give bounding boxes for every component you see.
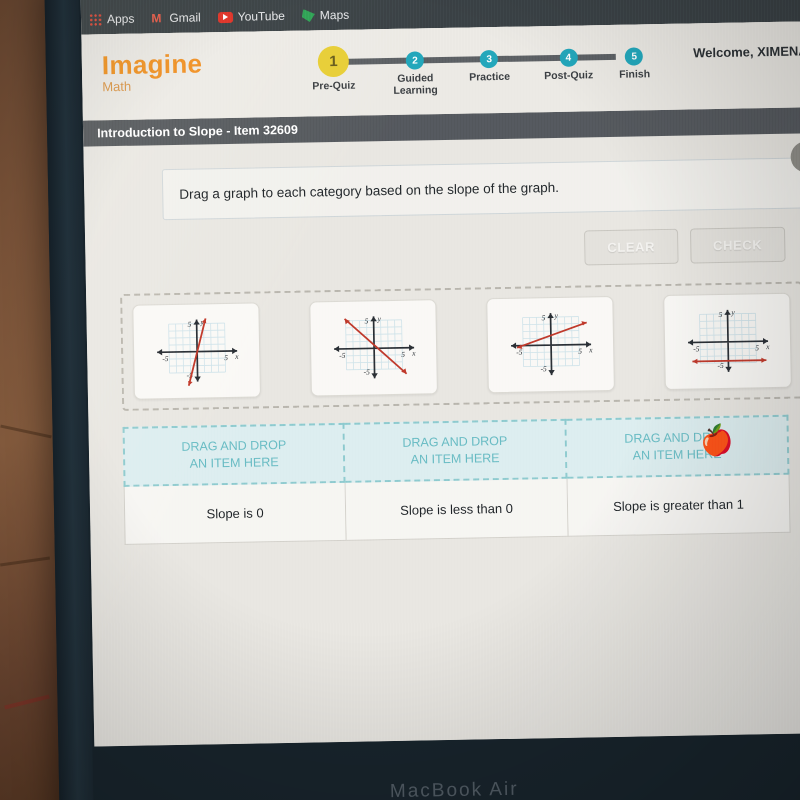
prompt-area: Drag a graph to each category based on t…	[161, 141, 800, 221]
stepper-step-guided-learning[interactable]: 2 Guided Learning	[392, 40, 438, 97]
action-buttons: CLEAR CHECK	[85, 226, 786, 275]
gmail-icon: M	[151, 10, 162, 25]
stepper-dot: 5	[625, 47, 644, 66]
bookmark-label: Gmail	[169, 10, 201, 26]
graph-card-negative[interactable]: -5 5 x 5 -5 y	[309, 299, 438, 397]
svg-text:5: 5	[541, 313, 545, 322]
graph-source-tray: -5 5 x 5 -5 y	[120, 281, 800, 411]
stepper-label: Practice	[469, 70, 511, 84]
stepper-dot: 3	[480, 50, 499, 69]
svg-text:-5: -5	[162, 354, 169, 363]
coordinate-graph: -5 5 x 5 -5 y	[156, 317, 239, 386]
svg-text:5: 5	[364, 316, 368, 325]
photo-of-laptop-screen: MacBook Air ← → ↻ 🔒 math.imaginelearning…	[0, 0, 800, 800]
apps-grid-icon	[88, 12, 103, 26]
laptop-screen: ← → ↻ 🔒 math.imaginelearning.com/lesson_…	[80, 0, 800, 747]
svg-text:-5: -5	[693, 344, 700, 353]
category-dropzones: DRAG AND DROP AN ITEM HERE Slope is 0 DR…	[122, 414, 791, 545]
category-column-slope-less-than-0: DRAG AND DROP AN ITEM HERE Slope is less…	[344, 418, 569, 541]
category-label: Slope is greater than 1	[567, 474, 791, 537]
coordinate-graph: -5 5 x 5 -5 y	[333, 314, 416, 378]
svg-text:y: y	[730, 307, 735, 316]
stepper-label: Post-Quiz	[544, 69, 594, 83]
svg-text:5: 5	[224, 353, 228, 362]
svg-text:-5: -5	[363, 367, 370, 376]
svg-text:-5: -5	[339, 350, 346, 359]
svg-text:5: 5	[578, 346, 582, 355]
question-body: Drag a graph to each category based on t…	[83, 133, 800, 747]
imagine-math-app: Imagine Math 1 Pre-Quiz 2 Guided Learnin…	[81, 20, 800, 747]
stepper-step-post-quiz[interactable]: 4 Post-Quiz	[543, 37, 593, 82]
svg-text:5: 5	[718, 309, 722, 318]
clear-button[interactable]: CLEAR	[583, 228, 679, 266]
app-header: Imagine Math 1 Pre-Quiz 2 Guided Learnin…	[81, 20, 800, 121]
maps-icon	[302, 9, 315, 22]
category-column-slope-is-0: DRAG AND DROP AN ITEM HERE Slope is 0	[122, 422, 347, 545]
graph-card-horizontal[interactable]: -5 5 x 5 -5 y	[663, 292, 792, 391]
stepper-dot: 2	[405, 51, 425, 70]
stepper-label: Guided Learning	[393, 72, 438, 97]
progress-stepper: 1 Pre-Quiz 2 Guided Learning 3 Practice	[297, 36, 658, 105]
svg-text:y: y	[553, 310, 558, 319]
svg-text:x: x	[765, 342, 770, 351]
user-menu[interactable]: Welcome, XIMENA	[692, 43, 800, 61]
svg-text:5: 5	[755, 343, 759, 352]
stepper-step-pre-quiz[interactable]: 1 Pre-Quiz	[311, 42, 356, 93]
category-label: Slope is 0	[123, 482, 347, 545]
item-title: Introduction to Slope - Item 32609	[97, 122, 298, 141]
brand-logo[interactable]: Imagine Math	[102, 48, 203, 94]
bookmark-label: Maps	[319, 7, 350, 23]
svg-text:x: x	[411, 348, 416, 357]
dropzone-slope-is-0[interactable]: DRAG AND DROP AN ITEM HERE	[122, 422, 346, 487]
stepper-label: Pre-Quiz	[312, 79, 356, 93]
prompt-text: Drag a graph to each category based on t…	[161, 157, 800, 221]
bookmark-label: Apps	[106, 11, 135, 27]
bookmark-gmail[interactable]: M Gmail	[151, 10, 201, 25]
dropzone-slope-less-than-0[interactable]: DRAG AND DROP AN ITEM HERE	[344, 418, 568, 483]
check-button[interactable]: CHECK	[689, 226, 786, 264]
stepper-dot: 1	[317, 45, 350, 78]
graph-card-shallow-positive[interactable]: -5 5 x 5 -5 y	[486, 295, 615, 394]
stepper-step-finish[interactable]: 5 Finish	[618, 36, 650, 81]
svg-text:5: 5	[401, 349, 405, 358]
background-desk-line	[4, 694, 50, 710]
bookmark-youtube[interactable]: YouTube	[217, 8, 285, 24]
bookmark-apps[interactable]: Apps	[88, 11, 135, 27]
background-desk-line	[0, 556, 50, 567]
stepper-label: Finish	[619, 68, 651, 81]
svg-text:-5: -5	[516, 347, 523, 356]
svg-text:-5: -5	[717, 360, 724, 369]
graph-card-steep-positive[interactable]: -5 5 x 5 -5 y	[132, 302, 261, 400]
dropzone-slope-greater-than-1[interactable]: DRAG AND DROP AN ITEM HERE	[566, 414, 790, 479]
category-label: Slope is less than 0	[345, 478, 569, 541]
coordinate-graph: -5 5 x 5 -5 y	[510, 310, 593, 375]
svg-text:-5: -5	[540, 364, 547, 373]
brand-name: Imagine	[101, 48, 203, 81]
svg-text:x: x	[234, 351, 239, 360]
welcome-label: Welcome, XIMENA	[692, 43, 800, 61]
bookmark-label: YouTube	[237, 8, 285, 24]
laptop-body: MacBook Air ← → ↻ 🔒 math.imaginelearning…	[44, 0, 800, 800]
background-desk-line	[0, 424, 52, 439]
stepper-step-practice[interactable]: 3 Practice	[468, 39, 510, 84]
macbook-model-text: MacBook Air	[389, 778, 519, 800]
svg-text:5: 5	[187, 319, 191, 328]
coordinate-graph: -5 5 x 5 -5 y	[687, 307, 770, 372]
bookmark-maps[interactable]: Maps	[302, 7, 350, 23]
svg-text:y: y	[376, 314, 381, 323]
category-column-slope-greater-than-1: DRAG AND DROP AN ITEM HERE Slope is grea…	[566, 414, 791, 537]
stepper-dot: 4	[559, 48, 578, 67]
svg-text:x: x	[588, 345, 593, 354]
youtube-icon	[217, 11, 233, 23]
